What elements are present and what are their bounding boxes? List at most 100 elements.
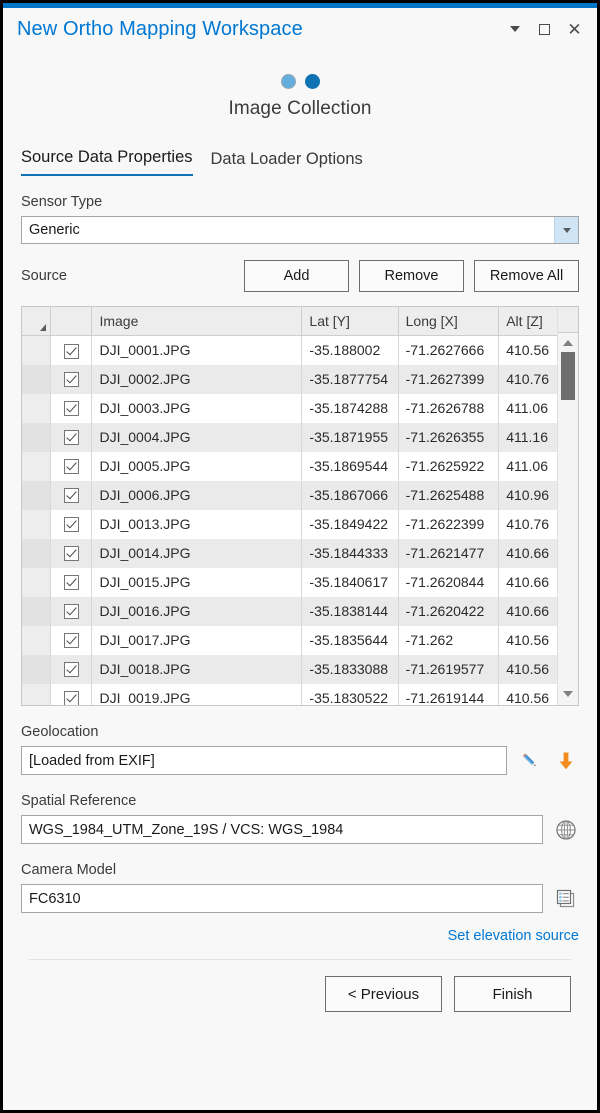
row-checkbox[interactable] — [63, 662, 79, 678]
table-header-row: Image Lat [Y] Long [X] Alt [Z] — [22, 307, 578, 336]
wizard-step-dots — [3, 74, 597, 89]
row-header-cell[interactable] — [22, 538, 51, 568]
row-checkbox-cell[interactable] — [50, 451, 93, 481]
row-checkbox-cell[interactable] — [50, 509, 93, 539]
previous-button[interactable]: < Previous — [325, 976, 442, 1012]
row-header-cell[interactable] — [22, 364, 51, 394]
row-checkbox-cell[interactable] — [50, 567, 93, 597]
remove-all-button[interactable]: Remove All — [474, 260, 579, 292]
row-checkbox-cell[interactable] — [50, 393, 93, 423]
table-row[interactable]: DJI_0006.JPG -35.1867066 -71.2625488 410.96 — [22, 480, 578, 510]
row-checkbox-cell[interactable] — [50, 683, 93, 705]
chevron-down-icon — [509, 26, 520, 32]
table-row[interactable]: DJI_0005.JPG -35.1869544 -71.2625922 411.06 — [22, 451, 578, 481]
geolocation-import-button[interactable] — [553, 748, 579, 774]
camera-model-input[interactable]: FC6310 — [21, 884, 543, 913]
geolocation-edit-button[interactable] — [517, 748, 543, 774]
cell-image: DJI_0016.JPG — [91, 596, 303, 626]
camera-model-picker-button[interactable] — [553, 886, 579, 912]
table-vertical-scrollbar[interactable] — [557, 307, 578, 705]
table-row[interactable]: DJI_0002.JPG -35.1877754 -71.2627399 410.76 — [22, 364, 578, 394]
cell-long: -71.2620422 — [398, 596, 500, 626]
row-checkbox[interactable] — [63, 517, 79, 533]
sensor-type-dropdown-button[interactable] — [554, 217, 578, 243]
spatial-reference-row: WGS_1984_UTM_Zone_19S / VCS: WGS_1984 — [21, 815, 579, 844]
column-header-image[interactable]: Image — [91, 307, 303, 336]
spatial-reference-input[interactable]: WGS_1984_UTM_Zone_19S / VCS: WGS_1984 — [21, 815, 543, 844]
row-checkbox-cell[interactable] — [50, 596, 93, 626]
table-row[interactable]: DJI_0016.JPG -35.1838144 -71.2620422 410.66 — [22, 596, 578, 626]
geolocation-input[interactable]: [Loaded from EXIF] — [21, 746, 507, 775]
wizard-step-title: Image Collection — [228, 98, 372, 119]
row-header-cell[interactable] — [22, 654, 51, 684]
cell-long: -71.2627399 — [398, 364, 500, 394]
close-button[interactable]: ✕ — [566, 21, 583, 38]
row-header-cell[interactable] — [22, 451, 51, 481]
window-menu-button[interactable] — [506, 21, 523, 38]
row-header-cell[interactable] — [22, 567, 51, 597]
table-row[interactable]: DJI_0019.JPG -35.1830522 -71.2619144 410.56 — [22, 683, 578, 705]
chevron-down-icon — [562, 227, 571, 233]
row-header-cell[interactable] — [22, 596, 51, 626]
row-checkbox[interactable] — [63, 430, 79, 446]
source-toolbar: Source Add Remove Remove All — [21, 260, 579, 292]
scrollbar-up-button[interactable] — [558, 333, 578, 352]
row-checkbox[interactable] — [63, 575, 79, 591]
table-row[interactable]: DJI_0015.JPG -35.1840617 -71.2620844 410.66 — [22, 567, 578, 597]
table-row[interactable]: DJI_0014.JPG -35.1844333 -71.2621477 410.66 — [22, 538, 578, 568]
row-checkbox[interactable] — [63, 401, 79, 417]
row-checkbox[interactable] — [63, 691, 79, 705]
tab-data-loader-options[interactable]: Data Loader Options — [211, 150, 363, 176]
row-header-cell[interactable] — [22, 480, 51, 510]
row-checkbox-cell[interactable] — [50, 335, 93, 365]
row-header-cell[interactable] — [22, 393, 51, 423]
wizard-step-dot-2[interactable] — [304, 74, 320, 89]
table-row[interactable]: DJI_0001.JPG -35.188002 -71.2627666 410.56 — [22, 335, 578, 365]
row-checkbox[interactable] — [63, 488, 79, 504]
table-row[interactable]: DJI_0003.JPG -35.1874288 -71.2626788 411.06 — [22, 393, 578, 423]
row-checkbox-cell[interactable] — [50, 480, 93, 510]
cell-long: -71.2621477 — [398, 538, 500, 568]
download-arrow-icon — [559, 752, 573, 769]
finish-button[interactable]: Finish — [454, 976, 571, 1012]
row-checkbox-cell[interactable] — [50, 364, 93, 394]
set-elevation-source-link[interactable]: Set elevation source — [448, 928, 579, 944]
row-checkbox[interactable] — [63, 372, 79, 388]
sensor-type-combobox[interactable]: Generic — [21, 216, 579, 244]
row-checkbox-cell[interactable] — [50, 625, 93, 655]
scrollbar-down-button[interactable] — [558, 684, 578, 703]
select-all-corner[interactable] — [22, 307, 51, 336]
row-header-cell[interactable] — [22, 335, 51, 365]
table-row[interactable]: DJI_0004.JPG -35.1871955 -71.2626355 411.16 — [22, 422, 578, 452]
column-header-lat[interactable]: Lat [Y] — [301, 307, 399, 336]
cell-image: DJI_0006.JPG — [91, 480, 303, 510]
row-checkbox[interactable] — [63, 459, 79, 475]
row-checkbox[interactable] — [63, 633, 79, 649]
row-checkbox-cell[interactable] — [50, 422, 93, 452]
spatial-reference-picker-button[interactable] — [553, 817, 579, 843]
maximize-button[interactable] — [536, 21, 553, 38]
cell-long: -71.2626355 — [398, 422, 500, 452]
table-row[interactable]: DJI_0018.JPG -35.1833088 -71.2619577 410.56 — [22, 654, 578, 684]
remove-button[interactable]: Remove — [359, 260, 464, 292]
row-header-cell[interactable] — [22, 422, 51, 452]
row-checkbox-cell[interactable] — [50, 538, 93, 568]
row-header-cell[interactable] — [22, 683, 51, 705]
add-button[interactable]: Add — [244, 260, 349, 292]
column-header-checkbox[interactable] — [50, 307, 93, 336]
sensor-type-value: Generic — [29, 222, 80, 238]
tab-source-data-properties[interactable]: Source Data Properties — [21, 148, 193, 176]
scrollbar-thumb[interactable] — [561, 352, 575, 400]
table-row[interactable]: DJI_0013.JPG -35.1849422 -71.2622399 410.76 — [22, 509, 578, 539]
wizard-step-dot-1[interactable] — [280, 74, 296, 89]
row-checkbox[interactable] — [63, 604, 79, 620]
row-checkbox[interactable] — [63, 343, 79, 359]
row-header-cell[interactable] — [22, 509, 51, 539]
row-header-cell[interactable] — [22, 625, 51, 655]
row-checkbox[interactable] — [63, 546, 79, 562]
table-row[interactable]: DJI_0017.JPG -35.1835644 -71.262 410.56 — [22, 625, 578, 655]
cell-image: DJI_0013.JPG — [91, 509, 303, 539]
column-header-long[interactable]: Long [X] — [398, 307, 500, 336]
cell-image: DJI_0003.JPG — [91, 393, 303, 423]
row-checkbox-cell[interactable] — [50, 654, 93, 684]
